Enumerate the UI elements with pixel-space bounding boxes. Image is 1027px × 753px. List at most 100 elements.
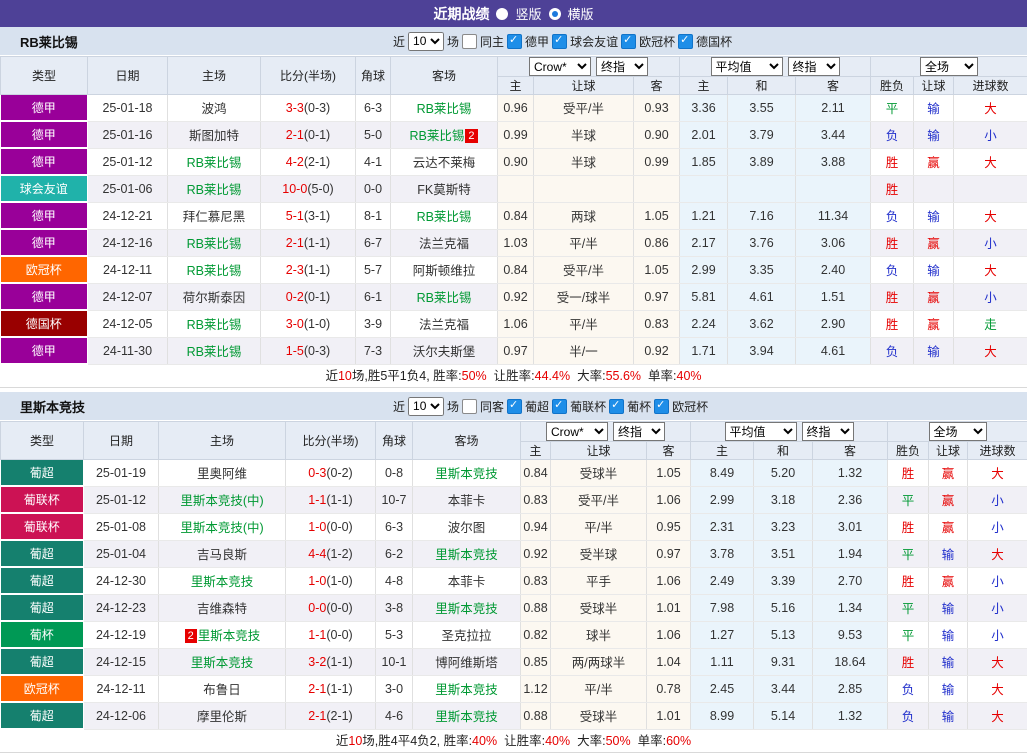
team-name[interactable]: 里斯本竞技 [198,629,261,643]
same-home-checkbox[interactable] [462,34,477,49]
layout-vertical-radio[interactable] [496,8,508,20]
team-name[interactable]: 布鲁日 [203,683,241,697]
team-name[interactable]: 里斯本竞技 [191,656,254,670]
final-odds-select-1[interactable]: 终指 [613,422,665,441]
full-time-score[interactable]: 0-3 [308,466,326,480]
recent-count-select[interactable]: 10 [408,32,444,51]
team-name[interactable]: RB莱比锡 [410,129,465,143]
team-name[interactable]: 斯图加特 [189,129,239,143]
result-handicap: 赢 [929,486,968,513]
team-name[interactable]: RB莱比锡 [187,156,242,170]
team-name[interactable]: 法兰克福 [419,318,469,332]
team-name[interactable]: 里斯本竞技 [435,683,498,697]
team-name[interactable]: 法兰克福 [419,237,469,251]
final-odds-select-1[interactable]: 终指 [596,57,648,76]
league-filter-label-1[interactable]: 德甲 [525,33,549,50]
final-odds-select-2[interactable]: 终指 [802,422,854,441]
scope-select[interactable]: 全场 [920,57,978,76]
full-time-score[interactable]: 2-1 [286,128,304,142]
full-time-score[interactable]: 0-2 [286,290,304,304]
full-time-score[interactable]: 3-0 [286,317,304,331]
team-name[interactable]: RB莱比锡 [417,210,472,224]
full-time-score[interactable]: 1-1 [308,493,326,507]
full-time-score[interactable]: 3-2 [308,655,326,669]
league-filter-label-3[interactable]: 欧冠杯 [639,33,675,50]
full-time-score[interactable]: 2-3 [286,263,304,277]
team-name[interactable]: 圣克拉拉 [441,629,491,643]
team-name[interactable]: 吉维森特 [197,602,247,616]
bookmaker-select[interactable]: Crow* [546,422,608,441]
same-away-checkbox[interactable] [462,399,477,414]
league-filter-label-3[interactable]: 葡杯 [627,398,651,415]
team-name[interactable]: 波尔图 [448,521,486,535]
recent-count-select[interactable]: 10 [408,397,444,416]
team-name[interactable]: FK莫斯特 [417,183,470,197]
team-name[interactable]: 博阿维斯塔 [435,656,498,670]
league-filter-checkbox-2[interactable] [552,399,567,414]
layout-horizontal-label[interactable]: 横版 [568,4,594,23]
team-name[interactable]: RB莱比锡 [187,345,242,359]
team-name[interactable]: RB莱比锡 [417,291,472,305]
team-name[interactable]: 云达不莱梅 [413,156,476,170]
scope-select[interactable]: 全场 [929,422,987,441]
league-filter-label-2[interactable]: 球会友谊 [570,33,618,50]
full-time-score[interactable]: 3-3 [286,101,304,115]
team-name[interactable]: 阿斯顿维拉 [413,264,476,278]
handicap-line: 受球半 [551,460,647,487]
league-filter-label-4[interactable]: 欧冠杯 [672,398,708,415]
team-name[interactable]: 里奥阿维 [197,467,247,481]
league-filter-checkbox-4[interactable] [654,399,669,414]
team-name[interactable]: 里斯本竞技 [435,710,498,724]
team-name[interactable]: 里斯本竞技(中) [180,494,263,508]
column-header-odds-away: 客 [634,77,680,95]
team-name[interactable]: RB莱比锡 [187,183,242,197]
full-time-score[interactable]: 0-0 [308,601,326,615]
league-filter-checkbox-4[interactable] [678,34,693,49]
result-win-draw-lose: 胜 [888,460,929,487]
team-name[interactable]: 荷尔斯泰因 [183,291,246,305]
same-home-label[interactable]: 同主 [480,33,504,50]
league-filter-checkbox-1[interactable] [507,399,522,414]
league-filter-label-4[interactable]: 德国杯 [696,33,732,50]
team-name[interactable]: 本菲卡 [448,575,486,589]
team-name[interactable]: 摩里伦斯 [197,710,247,724]
full-time-score[interactable]: 2-1 [286,236,304,250]
team-name[interactable]: RB莱比锡 [187,318,242,332]
team-name[interactable]: 本菲卡 [448,494,486,508]
league-filter-checkbox-1[interactable] [507,34,522,49]
full-time-score[interactable]: 1-1 [308,628,326,642]
full-time-score[interactable]: 4-4 [308,547,326,561]
team-name[interactable]: RB莱比锡 [417,102,472,116]
team-name[interactable]: 里斯本竞技(中) [180,521,263,535]
team-name[interactable]: 吉马良斯 [197,548,247,562]
full-time-score[interactable]: 5-1 [286,209,304,223]
team-name[interactable]: 里斯本竞技 [435,467,498,481]
final-odds-select-2[interactable]: 终指 [788,57,840,76]
team-name[interactable]: 里斯本竞技 [435,602,498,616]
league-filter-label-1[interactable]: 葡超 [525,398,549,415]
average-select[interactable]: 平均值 [711,57,783,76]
team-name[interactable]: 里斯本竞技 [191,575,254,589]
layout-horizontal-radio[interactable] [549,8,561,20]
team-name[interactable]: RB莱比锡 [187,264,242,278]
full-time-score[interactable]: 4-2 [286,155,304,169]
league-filter-checkbox-3[interactable] [621,34,636,49]
layout-vertical-label[interactable]: 竖版 [515,4,541,23]
team-name[interactable]: 波鸿 [201,102,226,116]
league-filter-label-2[interactable]: 葡联杯 [570,398,606,415]
league-filter-checkbox-2[interactable] [552,34,567,49]
league-filter-checkbox-3[interactable] [609,399,624,414]
full-time-score[interactable]: 1-0 [308,574,326,588]
team-name[interactable]: RB莱比锡 [187,237,242,251]
full-time-score[interactable]: 1-0 [308,520,326,534]
full-time-score[interactable]: 2-1 [308,709,326,723]
average-select[interactable]: 平均值 [725,422,797,441]
full-time-score[interactable]: 10-0 [282,182,307,196]
team-name[interactable]: 里斯本竞技 [435,548,498,562]
bookmaker-select[interactable]: Crow* [529,57,591,76]
full-time-score[interactable]: 2-1 [308,682,326,696]
team-name[interactable]: 沃尔夫斯堡 [413,345,476,359]
full-time-score[interactable]: 1-5 [286,344,304,358]
team-name[interactable]: 拜仁慕尼黑 [183,210,246,224]
same-away-label[interactable]: 同客 [480,398,504,415]
